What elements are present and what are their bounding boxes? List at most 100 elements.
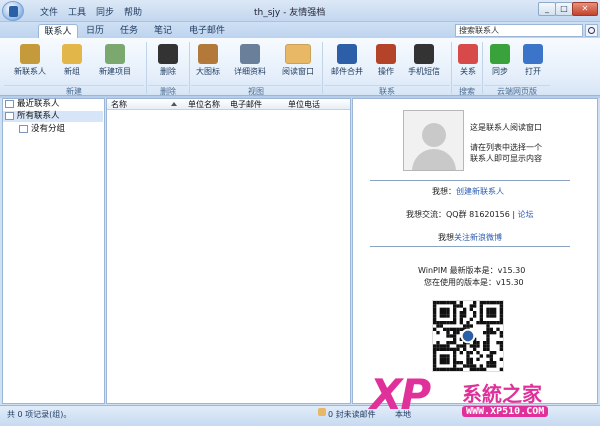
latest-version-text: WinPIM 最新版本是：v15.30 [418, 266, 526, 275]
ribbon-separator [189, 42, 190, 94]
divider [370, 246, 570, 247]
person-body-icon [412, 149, 456, 170]
menu-sync[interactable]: 同步 [96, 5, 114, 18]
app-logo-icon [9, 6, 18, 17]
ribbon-button-label: 同步 [492, 67, 508, 76]
ribbon-button-label: 详细资料 [234, 67, 266, 76]
search-icon[interactable] [585, 24, 598, 37]
ribbon-button-label: 删除 [160, 67, 176, 76]
relation-button[interactable]: 关系 [456, 44, 480, 77]
sms-phone-button[interactable]: 手机短信 [404, 44, 444, 77]
ribbon-button-label: 阅读窗口 [282, 67, 314, 76]
new-contact-button[interactable]: 新联系人 [8, 44, 52, 77]
unread-mail-status[interactable]: 0 封未读邮件 [328, 409, 376, 420]
contact-card-icon [5, 100, 14, 108]
new-contact-icon [20, 44, 40, 64]
reading-pane-button[interactable]: 阅读窗口 [276, 44, 320, 77]
ribbon-button-label: 大图标 [196, 67, 220, 76]
column-header-email[interactable]: 电子邮件 [230, 99, 262, 110]
open-button[interactable]: 打开 [520, 44, 546, 77]
sync-button[interactable]: 同步 [487, 44, 513, 77]
watermark-logo: XP [370, 370, 431, 419]
window-title: th_sjy - 友情强档 [254, 8, 326, 18]
mail-merge-button[interactable]: 邮件合并 [326, 44, 368, 77]
nav-item-all[interactable]: 所有联系人 [3, 111, 103, 122]
search-input[interactable]: 搜索联系人 [455, 24, 583, 37]
ribbon-button-label: 新建项目 [99, 67, 131, 76]
details-button[interactable]: 详细资料 [228, 44, 272, 77]
watermark-text: 系統之家 [462, 382, 542, 406]
reading-pane-icon [285, 44, 311, 64]
ribbon-separator [482, 42, 483, 94]
qr-code [432, 300, 504, 372]
ribbon-separator [322, 42, 323, 94]
tab-contacts[interactable]: 联系人 [38, 24, 78, 38]
ribbon-button-label: 关系 [460, 67, 476, 76]
create-contact-link[interactable]: 创建新联系人 [456, 187, 504, 196]
tab-notes[interactable]: 笔记 [148, 24, 178, 38]
current-version-text: 您在使用的版本是：v15.30 [424, 278, 524, 287]
menu-file[interactable]: 文件 [40, 5, 58, 18]
ribbon-button-label: 新联系人 [14, 67, 46, 76]
nav-item-recent[interactable]: 最近联系人 [3, 99, 103, 110]
ribbon-button-label: 新组 [64, 67, 80, 76]
relation-icon [458, 44, 478, 64]
tab-email[interactable]: 电子邮件 [182, 24, 232, 38]
group-label-new: 新建 [4, 85, 144, 96]
qq-row: 我想交流：QQ群 81620156 | 论坛 [406, 210, 534, 219]
delete-button[interactable]: 删除 [154, 44, 182, 77]
navigation-pane [2, 98, 105, 404]
reading-intro-line3: 联系人即可显示内容 [470, 154, 542, 163]
column-header-name[interactable]: 名称 [111, 99, 127, 110]
delete-icon [158, 44, 178, 64]
sms-phone-icon [414, 44, 434, 64]
divider [370, 180, 570, 181]
group-label-contact: 联系 [324, 85, 450, 96]
new-item-button[interactable]: 新建项目 [90, 44, 140, 77]
contact-card-icon [5, 112, 14, 120]
sync-icon [490, 44, 510, 64]
column-header-phone[interactable]: 单位电话 [288, 99, 320, 110]
action-icon [376, 44, 396, 64]
tab-tasks[interactable]: 任务 [114, 24, 144, 38]
new-item-icon [105, 44, 125, 64]
large-icons-icon [198, 44, 218, 64]
ribbon-button-label: 打开 [525, 67, 541, 76]
reading-intro-line2: 请在列表中选择一个 [470, 143, 542, 152]
avatar [403, 110, 464, 171]
maximize-button[interactable]: □ [555, 2, 573, 16]
forum-link[interactable]: 论坛 [518, 210, 534, 219]
mail-merge-icon [337, 44, 357, 64]
menu-tools[interactable]: 工具 [68, 5, 86, 18]
group-label-view: 视图 [191, 85, 321, 96]
app-menu-button[interactable] [2, 1, 24, 21]
watermark-url: WWW.XP510.COM [462, 406, 549, 417]
mail-icon [318, 408, 326, 416]
group-label-cloud: 云端网页版 [484, 85, 550, 96]
open-icon [523, 44, 543, 64]
record-count-status: 共 0 项记录(组)。 [7, 410, 72, 419]
tab-calendar[interactable]: 日历 [80, 24, 110, 38]
details-icon [240, 44, 260, 64]
reading-intro-line1: 这是联系人阅读窗口 [470, 123, 542, 132]
person-head-icon [422, 123, 446, 147]
ribbon-button-label: 手机短信 [408, 67, 440, 76]
contact-card-icon [19, 125, 28, 133]
ribbon-button-label: 操作 [378, 67, 394, 76]
group-label-search: 搜索 [453, 85, 481, 96]
sort-ascending-icon [171, 102, 177, 106]
new-group-button[interactable]: 新组 [57, 44, 87, 77]
ribbon-button-label: 邮件合并 [331, 67, 363, 76]
column-header-company[interactable]: 单位名称 [188, 99, 220, 110]
ribbon-separator [146, 42, 147, 94]
menu-help[interactable]: 帮助 [124, 5, 142, 18]
group-label-delete: 删除 [148, 85, 188, 96]
close-button[interactable]: ✕ [572, 2, 598, 16]
action-button[interactable]: 操作 [372, 44, 400, 77]
weibo-row: 我想关注新浪微博 [438, 233, 502, 242]
larges-icon-button[interactable]: 大图标 [194, 44, 222, 77]
nav-item-ungrouped[interactable]: 没有分组 [17, 124, 103, 135]
minimize-button[interactable]: _ [538, 2, 556, 16]
weibo-link[interactable]: 关注新浪微博 [454, 233, 502, 242]
ribbon-separator [451, 42, 452, 94]
